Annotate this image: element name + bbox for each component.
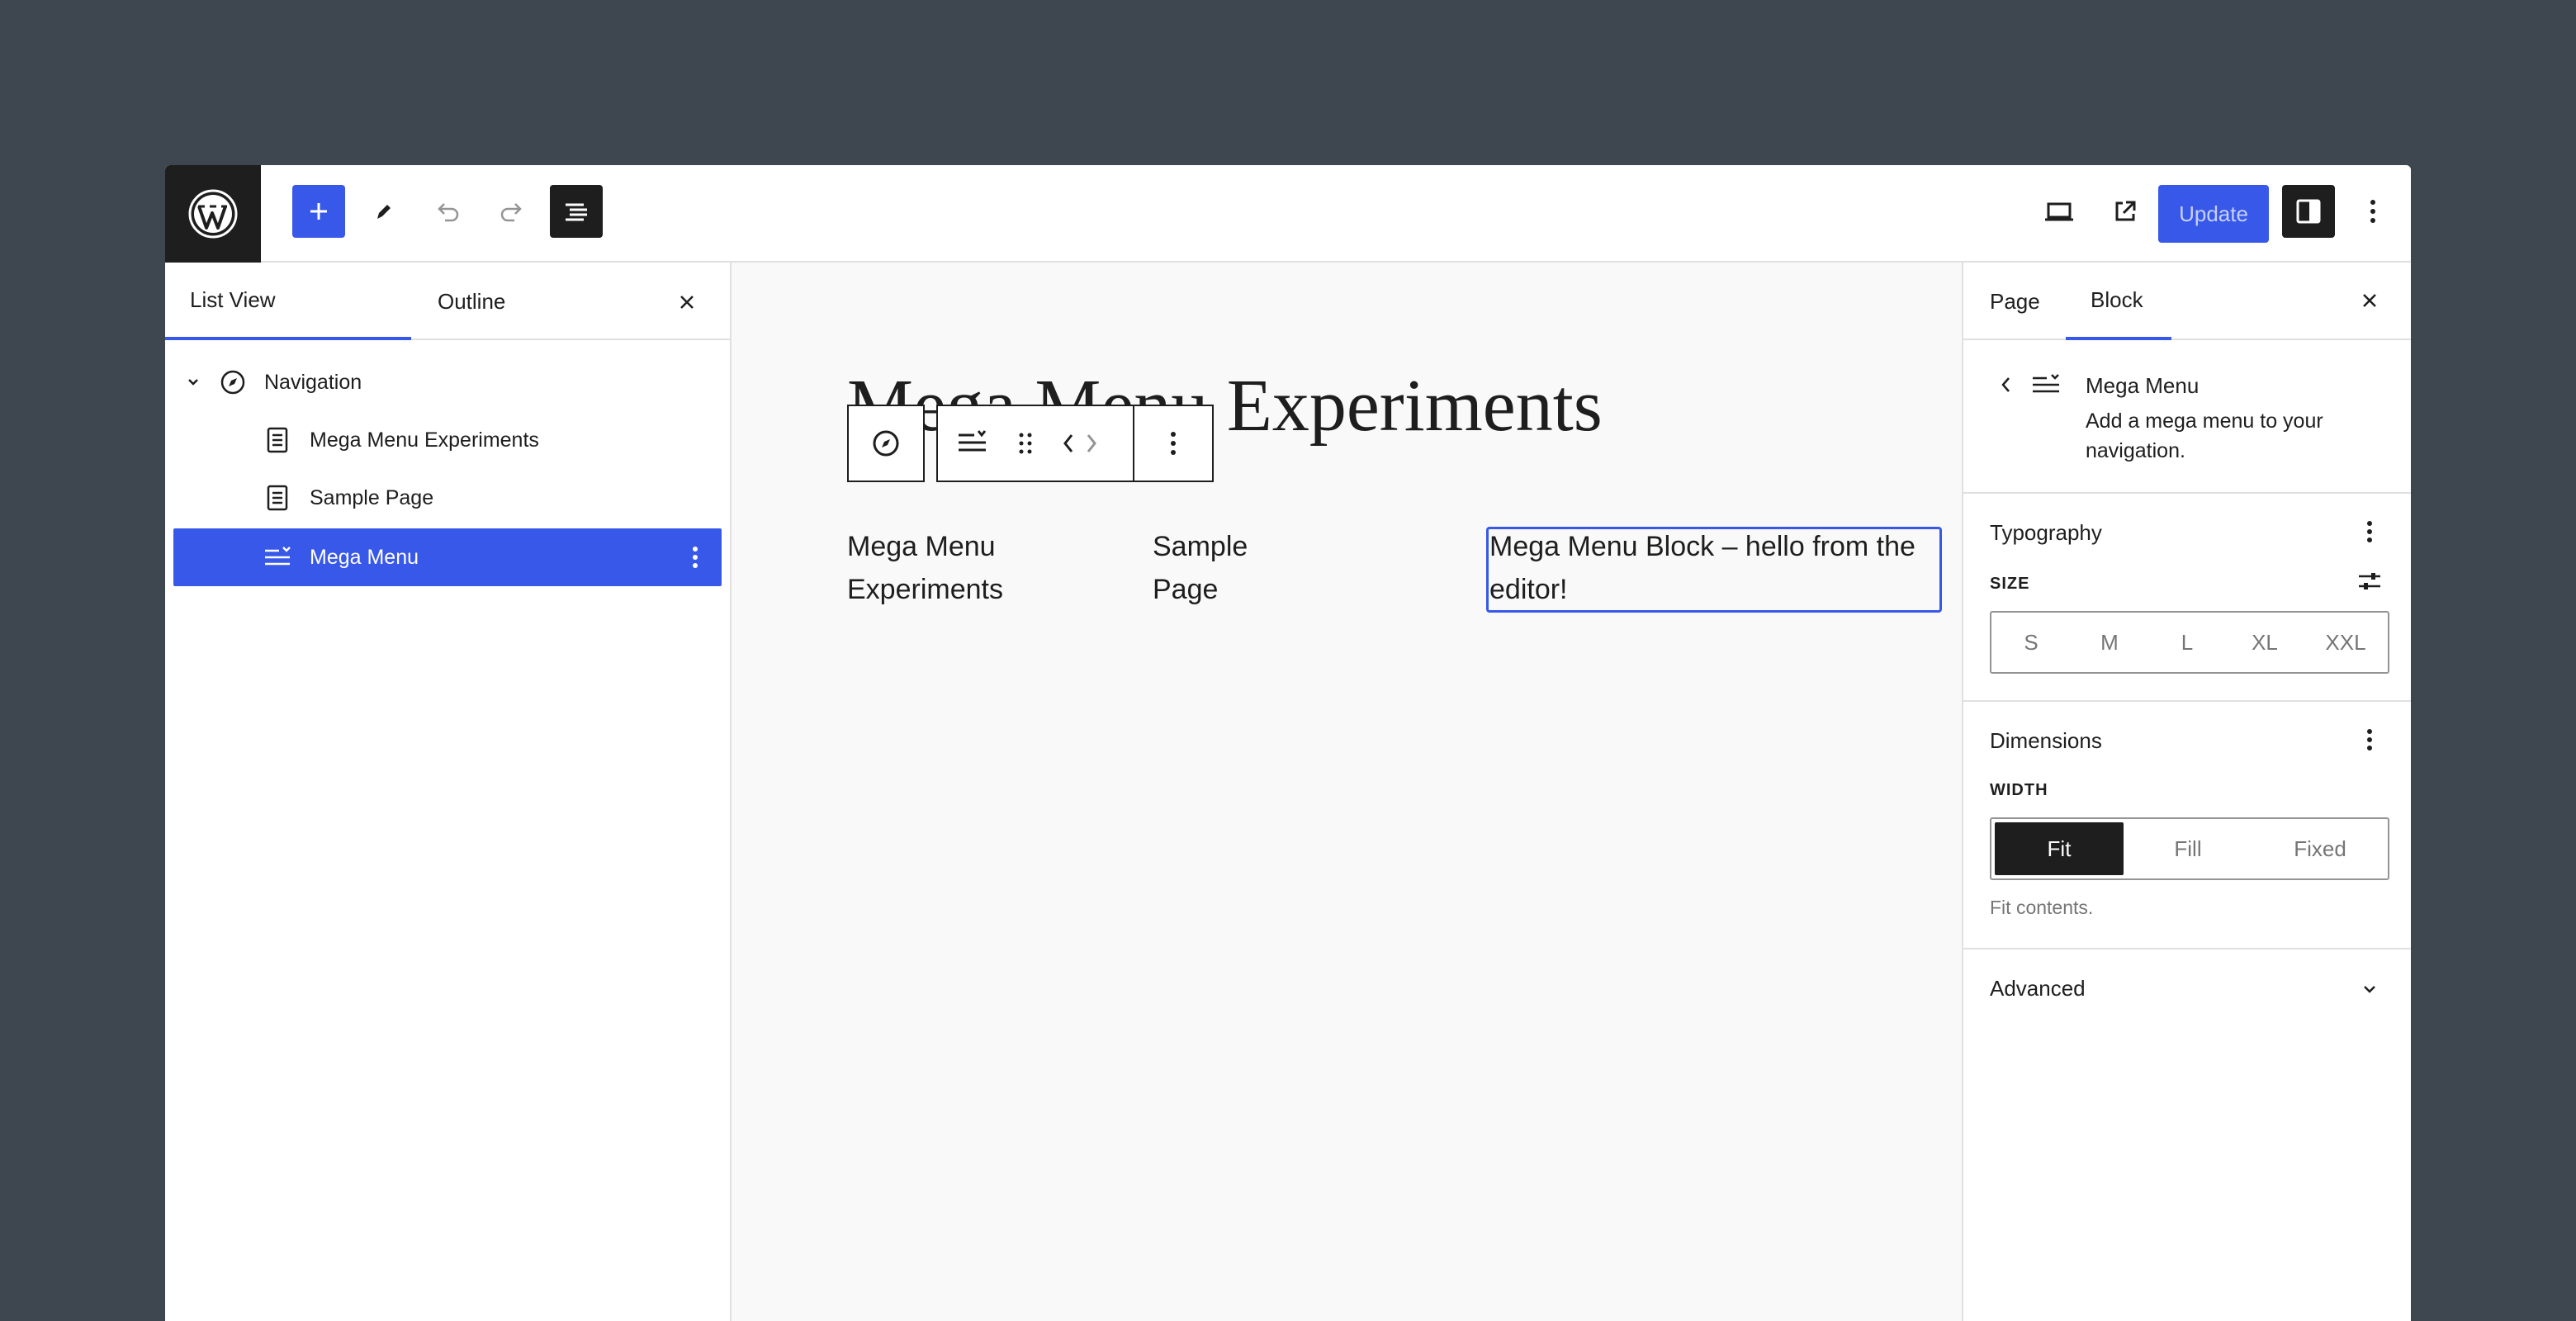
font-size-s[interactable]: S: [1991, 613, 2071, 672]
width-fixed-option[interactable]: Fixed: [2252, 819, 2388, 878]
left-panel-tabs: List View Outline: [165, 263, 730, 340]
mega-menu-block-text[interactable]: Mega Menu Block – hello from the editor!: [1489, 525, 1952, 611]
width-help-text: Fit contents.: [1990, 897, 2094, 918]
font-size-xxl[interactable]: XXL: [2304, 613, 2388, 672]
laptop-icon: [2045, 202, 2073, 221]
list-item-label: Sample Page: [310, 485, 434, 509]
close-sidebar-button[interactable]: [2353, 284, 2386, 317]
chevron-left-icon: [2001, 377, 2010, 392]
document-overview-button[interactable]: [550, 185, 603, 238]
editor-window: Update List View Outline Navigation Mega…: [165, 165, 2411, 1321]
list-item-navigation[interactable]: Navigation: [173, 353, 722, 411]
list-item-label: Mega Menu: [310, 545, 419, 569]
tab-list-view[interactable]: List View: [165, 263, 411, 340]
list-view-panel: List View Outline Navigation Mega Menu E…: [165, 263, 732, 1321]
external-link-icon: [2115, 201, 2136, 221]
undo-icon: [438, 203, 459, 222]
mega-menu-icon: [2029, 368, 2062, 401]
font-size-picker: S M L XL XXL: [1990, 611, 2389, 674]
size-label: SIZE: [1990, 575, 2030, 593]
navigation-compass-icon: [873, 430, 899, 457]
add-block-button[interactable]: [292, 185, 345, 238]
font-size-xl[interactable]: XL: [2226, 613, 2304, 672]
nav-link-mega-menu-experiments[interactable]: Mega Menu Experiments: [847, 525, 1003, 611]
dimensions-title: Dimensions: [1990, 728, 2102, 753]
nav-link-line: Page: [1153, 574, 1219, 605]
width-fill-option[interactable]: Fill: [2124, 819, 2252, 878]
navigation-compass-icon: [216, 366, 249, 399]
block-card-description: Add a mega menu to your navigation.: [2086, 410, 2323, 462]
tab-block[interactable]: Block: [2066, 263, 2171, 340]
typography-options-button[interactable]: [2353, 515, 2386, 548]
mega-menu-icon: [261, 541, 294, 574]
nav-link-sample-page[interactable]: Sample Page: [1153, 525, 1248, 611]
font-size-l[interactable]: L: [2148, 613, 2226, 672]
nav-link-line: Experiments: [847, 574, 1003, 605]
block-card: Mega Menu Add a mega menu to your naviga…: [1963, 340, 2411, 494]
list-item-label: Navigation: [264, 370, 362, 394]
move-left-icon[interactable]: [1060, 431, 1077, 460]
drag-handle-icon[interactable]: [1017, 431, 1034, 460]
block-card-title: Mega Menu: [2086, 373, 2200, 398]
more-vertical-icon: [2367, 521, 2372, 542]
settings-sidebar-toggle[interactable]: [2282, 185, 2335, 238]
back-button[interactable]: [1990, 368, 2023, 401]
editor-header: Update: [165, 165, 2411, 263]
document-overview-icon: [566, 203, 587, 221]
list-item-sample-page[interactable]: Sample Page: [173, 469, 722, 527]
undo-button[interactable]: [421, 185, 474, 238]
tab-page[interactable]: Page: [1990, 263, 2040, 340]
page-icon: [261, 424, 294, 457]
list-item-label: Mega Menu Experiments: [310, 428, 539, 452]
options-menu-button[interactable]: [2346, 185, 2399, 238]
custom-size-button[interactable]: [2353, 565, 2386, 598]
block-options-button[interactable]: [1133, 405, 1214, 482]
plus-icon: [310, 203, 327, 220]
view-page-button[interactable]: [2099, 185, 2152, 238]
close-icon: [680, 296, 694, 309]
pencil-icon: [377, 205, 391, 219]
list-item-mega-menu-experiments[interactable]: Mega Menu Experiments: [173, 411, 722, 469]
advanced-panel[interactable]: Advanced: [1963, 949, 2411, 1029]
more-vertical-icon: [2367, 729, 2372, 750]
settings-tabs: Page Block: [1963, 263, 2411, 340]
close-icon: [2363, 294, 2376, 307]
width-fit-option[interactable]: Fit: [1995, 822, 2124, 875]
block-toolbar: [936, 405, 1134, 482]
sliders-icon: [2359, 573, 2380, 589]
preview-button[interactable]: [2033, 185, 2086, 238]
mega-menu-icon[interactable]: [956, 428, 989, 462]
chevron-down-icon[interactable]: [2353, 973, 2386, 1006]
more-vertical-icon: [1171, 432, 1176, 455]
advanced-title: Advanced: [1990, 976, 2086, 1001]
tools-button[interactable]: [357, 185, 410, 238]
wordpress-logo-icon[interactable]: [165, 165, 261, 263]
chevron-down-icon[interactable]: [177, 366, 210, 399]
typography-title: Typography: [1990, 520, 2102, 545]
width-toggle-group: Fit Fill Fixed: [1990, 817, 2389, 880]
list-item-mega-menu[interactable]: Mega Menu: [173, 528, 722, 586]
font-size-m[interactable]: M: [2071, 613, 2148, 672]
settings-sidebar: Page Block Mega Menu Add a mega menu to …: [1962, 263, 2411, 1321]
tab-outline[interactable]: Outline: [438, 263, 505, 340]
close-panel-button[interactable]: [670, 286, 703, 319]
sidebar-icon: [2296, 199, 2321, 224]
typography-panel: Typography SIZE S M L XL XXL: [1963, 494, 2411, 702]
more-vertical-icon: [2370, 200, 2375, 223]
redo-icon: [500, 203, 522, 222]
move-right-icon[interactable]: [1083, 431, 1100, 460]
nav-link-line: Sample: [1153, 531, 1248, 562]
update-button[interactable]: Update: [2158, 185, 2269, 243]
dimensions-options-button[interactable]: [2353, 723, 2386, 756]
nav-link-line: Mega Menu: [847, 531, 996, 562]
block-parent-selector[interactable]: [847, 405, 925, 482]
page-icon: [261, 481, 294, 514]
editor-canvas[interactable]: Mega Menu Experiments Mega Menu Experime…: [732, 263, 2010, 1321]
dimensions-panel: Dimensions WIDTH Fit Fill Fixed Fit cont…: [1963, 702, 2411, 949]
redo-button[interactable]: [485, 185, 538, 238]
more-vertical-icon[interactable]: [679, 541, 712, 574]
width-label: WIDTH: [1990, 781, 2048, 799]
